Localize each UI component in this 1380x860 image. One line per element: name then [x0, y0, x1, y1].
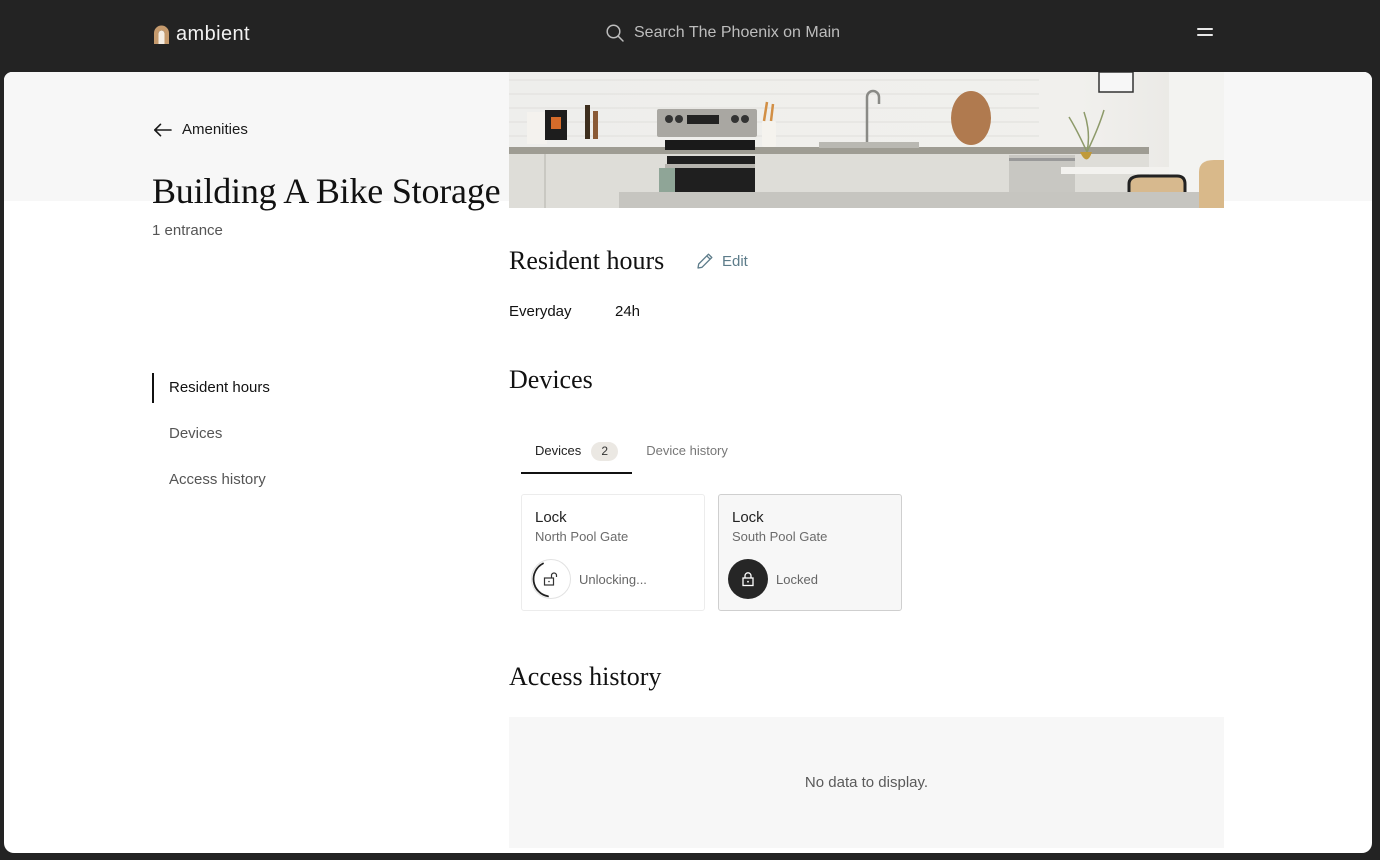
resident-hours-heading: Resident hours	[509, 246, 665, 275]
brand-logo[interactable]: ambient	[153, 23, 250, 46]
arrow-left-icon	[154, 123, 172, 136]
section-nav-item-resident-hours[interactable]: Resident hours	[152, 373, 270, 403]
arch-logo-icon	[154, 25, 169, 44]
search-icon	[606, 24, 624, 42]
device-card[interactable]: Lock South Pool Gate Locked	[718, 494, 902, 611]
device-card[interactable]: Lock North Pool Gate Unlocking...	[521, 494, 705, 611]
hero-image	[509, 72, 1224, 208]
hours-value: 24h	[615, 303, 641, 320]
device-cards: Lock North Pool Gate Unlocking... Lock S…	[521, 494, 902, 611]
access-history-empty-state: No data to display.	[509, 717, 1224, 848]
lock-toggle-button[interactable]	[728, 559, 768, 599]
tab-device-history[interactable]: Device history	[632, 439, 742, 474]
device-name: South Pool Gate	[732, 529, 828, 544]
search-input-placeholder[interactable]: Search The Phoenix on Main	[634, 24, 840, 42]
page-title: Building A Bike Storage	[152, 171, 501, 211]
tab-devices[interactable]: Devices 2	[521, 439, 633, 474]
edit-label: Edit	[722, 252, 748, 270]
devices-heading: Devices	[509, 365, 593, 394]
back-link-label: Amenities	[182, 121, 248, 138]
global-search[interactable]: Search The Phoenix on Main	[605, 23, 840, 43]
device-count-badge: 2	[591, 442, 619, 461]
edit-hours-button[interactable]: Edit	[696, 252, 748, 270]
top-navigation-bar: ambient Search The Phoenix on Main	[0, 0, 1380, 72]
locked-padlock-icon	[742, 572, 754, 587]
section-nav-item-devices[interactable]: Devices	[152, 419, 270, 449]
device-name: North Pool Gate	[535, 529, 629, 544]
device-status: Locked	[776, 571, 818, 587]
device-type: Lock	[535, 509, 567, 526]
access-history-heading: Access history	[509, 662, 662, 691]
entrance-count: 1 entrance	[152, 222, 223, 239]
back-to-amenities-link[interactable]: Amenities	[153, 121, 248, 138]
hours-row: Everyday 24h	[509, 303, 640, 320]
pencil-icon	[697, 253, 713, 269]
section-nav: Resident hours Devices Access history	[152, 373, 270, 511]
empty-state-text: No data to display.	[804, 774, 929, 791]
brand-name: ambient	[176, 23, 250, 45]
section-nav-item-access-history[interactable]: Access history	[152, 465, 270, 495]
hours-day: Everyday	[509, 303, 572, 320]
content-panel: Amenities Building A Bike Storage 1 entr…	[4, 72, 1372, 853]
lock-toggle-button[interactable]	[531, 559, 571, 599]
hamburger-menu-button[interactable]	[1193, 24, 1217, 44]
devices-tabs: Devices 2 Device history	[521, 439, 742, 474]
device-type: Lock	[732, 509, 764, 526]
tab-device-history-label: Device history	[646, 443, 728, 458]
hamburger-menu-icon	[1197, 28, 1213, 30]
device-status: Unlocking...	[579, 571, 647, 587]
tab-devices-label: Devices	[535, 443, 582, 458]
loading-spinner-icon	[532, 562, 549, 598]
